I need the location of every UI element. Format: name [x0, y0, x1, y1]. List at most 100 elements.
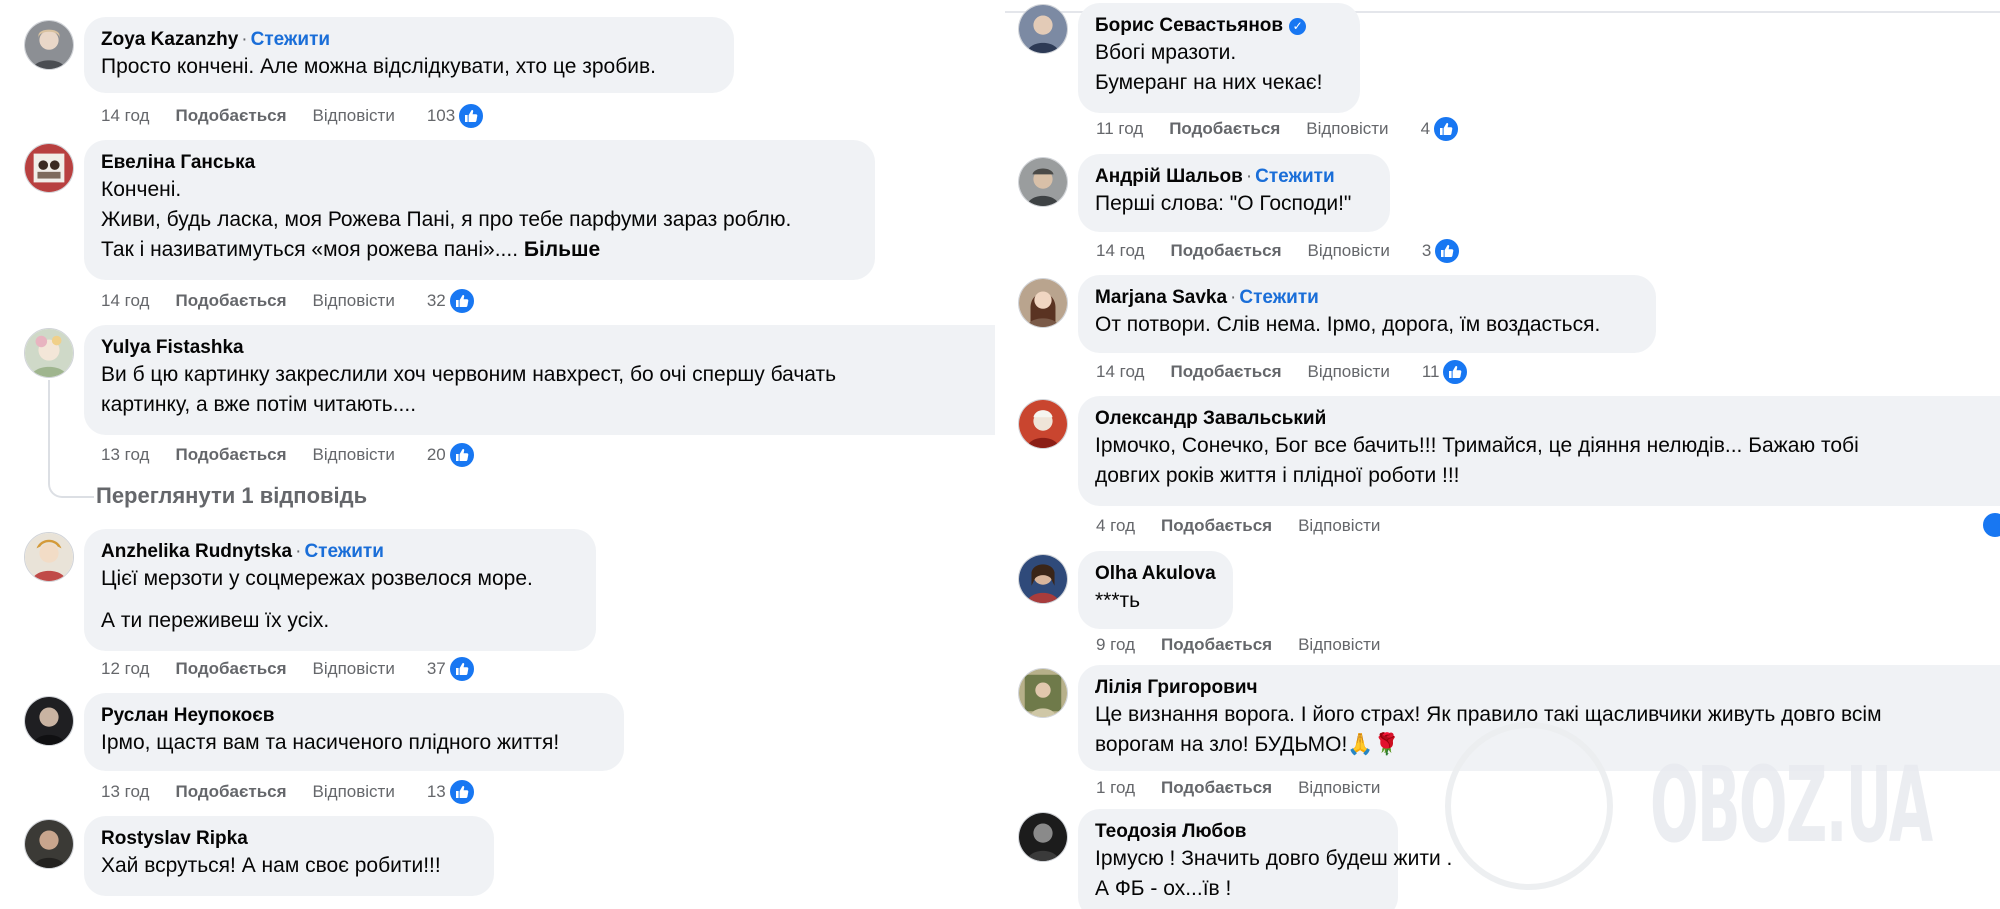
author-name[interactable]: Борис Севастьянов: [1095, 15, 1283, 36]
like-button[interactable]: Подобається: [175, 106, 286, 126]
author-name[interactable]: Rostyslav Ripka: [101, 828, 248, 849]
see-more-link[interactable]: Більше: [524, 238, 600, 261]
avatar[interactable]: [1018, 554, 1068, 604]
avatar[interactable]: [24, 696, 74, 746]
reaction-number: 103: [426, 106, 456, 125]
comment-bubble: Руслан Неупокоєв Ірмо, щастя вам та наси…: [84, 693, 624, 771]
reaction-number: 37: [426, 659, 446, 678]
reaction-number: 4: [1420, 119, 1431, 138]
comment-time[interactable]: 1 год: [1096, 778, 1135, 798]
reaction-count[interactable]: 20: [427, 441, 476, 469]
like-button[interactable]: Подобається: [175, 445, 286, 465]
reply-button[interactable]: Відповісти: [1298, 516, 1380, 536]
comment-bubble: Anzhelika Rudnytska · Стежити Цієї мерзоти…: [84, 529, 596, 651]
author-row: Евеліна Ганська: [101, 151, 858, 175]
like-button[interactable]: Подобається: [1169, 119, 1280, 139]
view-replies-link[interactable]: Переглянути 1 відповідь: [96, 483, 367, 509]
comment-actions: 14 год Подобається Відповісти 32: [101, 286, 476, 316]
author-name[interactable]: Теодозія Любов: [1095, 821, 1246, 842]
comment-bubble: Евеліна Ганська Кончені. Живи, будь ласк…: [84, 140, 875, 280]
avatar[interactable]: [1018, 4, 1068, 54]
reaction-count[interactable]: 13: [427, 778, 476, 806]
reply-button[interactable]: Відповісти: [313, 445, 395, 465]
author-name[interactable]: Евеліна Ганська: [101, 152, 255, 173]
author-name[interactable]: Marjana Savka: [1095, 287, 1227, 308]
avatar[interactable]: [24, 328, 74, 378]
comment-bubble: Лілія Григорович Це визнання ворога. І й…: [1078, 665, 2000, 771]
reaction-number: 11: [1421, 362, 1440, 381]
reaction-count[interactable]: 3: [1422, 237, 1462, 265]
comment-text-line: ворогам на зло! БУДЬМО!🙏🌹: [1095, 733, 1400, 756]
avatar[interactable]: [1018, 668, 1068, 718]
comment-time[interactable]: 12 год: [101, 659, 149, 679]
comment-text-line: Ірмусю ! Значить довго будеш жити .: [1095, 847, 1453, 870]
avatar[interactable]: [1018, 278, 1068, 328]
separator-dot: ·: [1245, 166, 1253, 187]
reply-button[interactable]: Відповісти: [1306, 119, 1388, 139]
author-name[interactable]: Андрій Шальов: [1095, 166, 1243, 187]
reaction-number: 20: [426, 445, 446, 464]
like-button[interactable]: Подобається: [1161, 516, 1272, 536]
author-row: Теодозія Любов: [1095, 820, 1381, 844]
like-button[interactable]: Подобається: [175, 659, 286, 679]
comment-time[interactable]: 14 год: [1096, 241, 1144, 261]
avatar[interactable]: [24, 143, 74, 193]
comment-actions: 14 год Подобається Відповісти 103: [101, 101, 486, 131]
comment-text-line: Так і називатимуться «моя рожева пані»..…: [101, 235, 858, 265]
reaction-count[interactable]: 103: [426, 102, 486, 130]
reply-button[interactable]: Відповісти: [1308, 241, 1390, 261]
reply-button[interactable]: Відповісти: [1298, 635, 1380, 655]
author-name[interactable]: Anzhelika Rudnytska: [101, 541, 292, 562]
thumbs-up-icon: [1432, 115, 1461, 143]
comment-actions: 13 год Подобається Відповісти 13: [101, 777, 476, 807]
thumbs-up-icon: [1441, 358, 1470, 386]
reaction-number: 32: [426, 291, 446, 310]
avatar[interactable]: [1018, 399, 1068, 449]
reply-button[interactable]: Відповісти: [313, 659, 395, 679]
like-button[interactable]: Подобається: [175, 291, 286, 311]
reply-button[interactable]: Відповісти: [313, 291, 395, 311]
author-name[interactable]: Olha Akulova: [1095, 563, 1216, 584]
like-button[interactable]: Подобається: [175, 782, 286, 802]
comment-time[interactable]: 13 год: [101, 445, 149, 465]
follow-link[interactable]: Стежити: [1239, 287, 1318, 308]
reaction-count[interactable]: 37: [427, 655, 476, 683]
author-row: Yulya Fistashka: [101, 336, 978, 360]
reaction-count[interactable]: 11: [1422, 358, 1470, 386]
author-name[interactable]: Yulya Fistashka: [101, 337, 244, 358]
reaction-count[interactable]: 32: [427, 287, 476, 315]
author-name[interactable]: Олександр Завальський: [1095, 408, 1326, 429]
comment-time[interactable]: 13 год: [101, 782, 149, 802]
author-name[interactable]: Лілія Григорович: [1095, 677, 1258, 698]
avatar[interactable]: [1018, 812, 1068, 862]
comment-actions: 1 год Подобається Відповісти: [1096, 773, 1412, 803]
like-button[interactable]: Подобається: [1161, 635, 1272, 655]
avatar[interactable]: [24, 532, 74, 582]
comment-time[interactable]: 11 год: [1096, 119, 1143, 139]
follow-link[interactable]: Стежити: [1255, 166, 1334, 187]
like-button[interactable]: Подобається: [1170, 362, 1281, 382]
reply-button[interactable]: Відповісти: [313, 106, 395, 126]
comment-time[interactable]: 14 год: [101, 291, 149, 311]
comment-time[interactable]: 14 год: [1096, 362, 1144, 382]
follow-link[interactable]: Стежити: [304, 541, 383, 562]
like-button[interactable]: Подобається: [1161, 778, 1272, 798]
author-row: Zoya Kazanzhy · Стежити: [101, 28, 717, 52]
author-name[interactable]: Zoya Kazanzhy: [101, 29, 238, 50]
author-row: Лілія Григорович: [1095, 676, 1983, 700]
reaction-count[interactable]: 4: [1420, 115, 1461, 143]
reply-button[interactable]: Відповісти: [1308, 362, 1390, 382]
reply-button[interactable]: Відповісти: [313, 782, 395, 802]
avatar[interactable]: [24, 20, 74, 70]
comment-text-line: картинку, а вже потім читають....: [101, 393, 417, 416]
separator-dot: ·: [241, 29, 248, 50]
author-name[interactable]: Руслан Неупокоєв: [101, 705, 274, 726]
avatar[interactable]: [24, 819, 74, 869]
comment-time[interactable]: 9 год: [1096, 635, 1135, 655]
comment-time[interactable]: 14 год: [101, 106, 149, 126]
reply-button[interactable]: Відповісти: [1298, 778, 1380, 798]
avatar[interactable]: [1018, 157, 1068, 207]
follow-link[interactable]: Стежити: [251, 29, 330, 50]
comment-time[interactable]: 4 год: [1096, 516, 1135, 536]
like-button[interactable]: Подобається: [1170, 241, 1281, 261]
